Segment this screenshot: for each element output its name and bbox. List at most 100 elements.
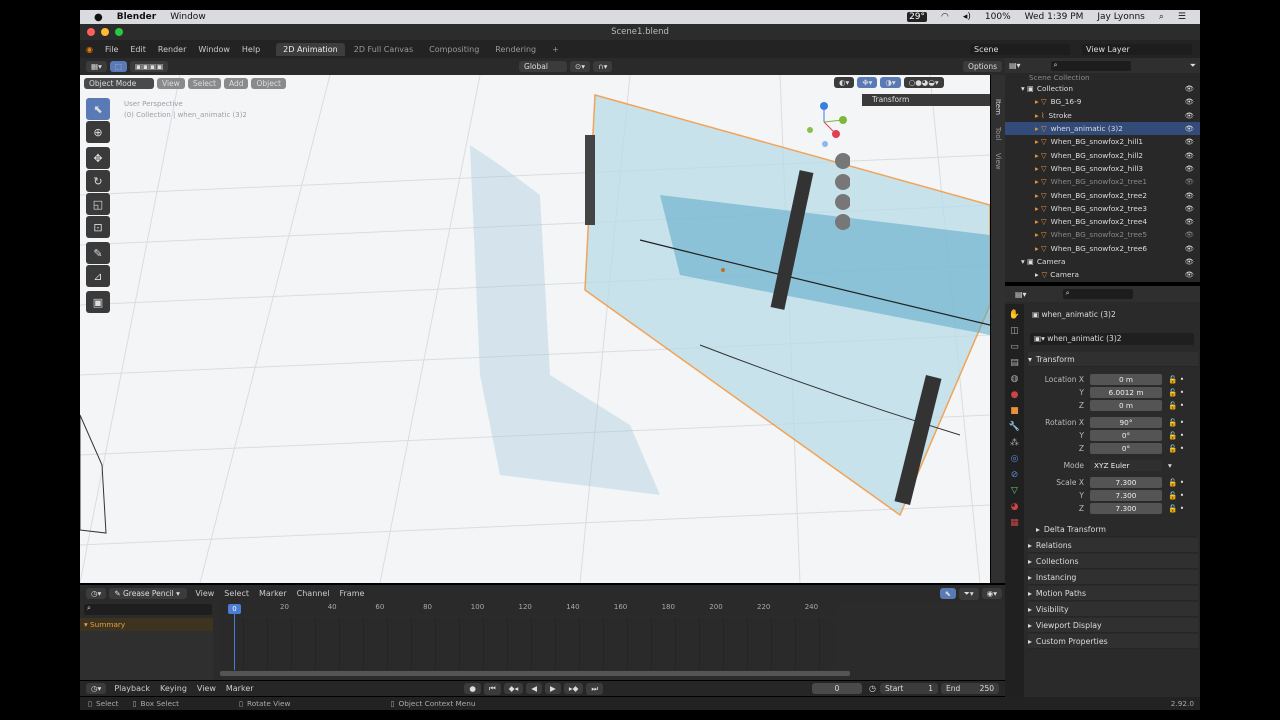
menu-render[interactable]: Render — [158, 45, 186, 54]
eye-icon[interactable]: 👁 — [1185, 151, 1194, 160]
keying-menu[interactable]: Keying — [160, 684, 187, 693]
object-name-field[interactable]: ▣▾ when_animatic (3)2 — [1030, 333, 1194, 345]
lock-icon[interactable]: 🔓 • — [1168, 431, 1184, 440]
lock-icon[interactable]: 🔓 • — [1168, 478, 1184, 487]
3d-viewport[interactable] — [80, 75, 990, 583]
eye-icon[interactable]: 👁 — [1185, 191, 1194, 200]
eye-icon[interactable]: 👁 — [1185, 257, 1194, 266]
timeline-marker-menu[interactable]: Marker — [226, 684, 254, 693]
npanel-tab-item[interactable]: Item — [994, 99, 1002, 115]
keyframe-area[interactable] — [220, 618, 835, 670]
world-tab-icon[interactable]: ● — [1011, 390, 1019, 400]
overlay-icon[interactable]: ◑▾ — [880, 77, 901, 88]
viewport-menu-select[interactable]: Select — [187, 78, 221, 89]
control-center-icon[interactable]: ☰ — [1178, 12, 1186, 22]
editor-type-button[interactable]: ▦▾ — [86, 61, 107, 72]
eye-icon[interactable]: 👁 — [1185, 124, 1194, 133]
play-reverse-icon[interactable]: ◀ — [526, 683, 543, 694]
mode-select[interactable]: Object Mode — [84, 78, 154, 89]
only-selected-icon[interactable]: ⬉ — [939, 588, 956, 599]
outliner-item[interactable]: ▸ ▽ When_BG_snowfox2_hill3 👁 — [1005, 162, 1200, 175]
battery-label[interactable]: 100% — [985, 12, 1011, 22]
snap-icon[interactable]: ∩▾ — [593, 61, 613, 72]
current-frame-field[interactable]: 0 — [812, 683, 863, 694]
npanel-tab-view[interactable]: View — [994, 153, 1002, 170]
menu-edit[interactable]: Edit — [130, 45, 146, 54]
menu-help[interactable]: Help — [242, 45, 260, 54]
select-tool-icon[interactable]: ⬚ — [109, 61, 127, 72]
outliner-item[interactable]: ▸ ⌇ Stroke 👁 — [1005, 109, 1200, 122]
eye-icon[interactable]: 👁 — [1185, 204, 1194, 213]
outliner-item[interactable]: ▸ ▽ When_BG_snowfox2_tree5 👁 — [1005, 228, 1200, 241]
texture-tab-icon[interactable]: ▦ — [1010, 518, 1019, 528]
rotation-z-field[interactable]: 0° — [1090, 442, 1162, 454]
dope-menu-select[interactable]: Select — [224, 589, 249, 598]
menu-file[interactable]: File — [105, 45, 118, 54]
eye-icon[interactable]: 👁 — [1185, 270, 1194, 279]
tab-compositing[interactable]: Compositing — [422, 43, 486, 56]
properties-search[interactable]: ⌕ — [1062, 289, 1133, 299]
blender-logo-icon[interactable]: ◉ — [86, 45, 93, 54]
eye-icon[interactable]: 👁 — [1185, 84, 1194, 93]
dope-menu-view[interactable]: View — [195, 589, 214, 598]
view-layer-tab-icon[interactable]: ▤ — [1010, 358, 1019, 368]
render-tab-icon[interactable]: ◫ — [1010, 326, 1019, 336]
camera-collection-row[interactable]: ▾ ▣ Camera 👁 — [1005, 255, 1200, 268]
view-layer-field[interactable]: View Layer — [1082, 43, 1192, 55]
clock[interactable]: Wed 1:39 PM — [1025, 12, 1084, 22]
outliner-item[interactable]: ▸ ▽ When_BG_snowfox2_tree1 👁 — [1005, 175, 1200, 188]
collection-row[interactable]: ▾ ▣ Collection 👁 — [1005, 82, 1200, 95]
relations-section[interactable]: ▸ Relations — [1028, 538, 1198, 553]
dope-search[interactable]: ⌕ — [84, 604, 212, 615]
timeline-view-menu[interactable]: View — [197, 684, 216, 693]
tab-2d-full-canvas[interactable]: 2D Full Canvas — [347, 43, 420, 56]
collections-section[interactable]: ▸ Collections — [1028, 554, 1198, 569]
record-icon[interactable]: ● — [464, 683, 481, 694]
scale-y-field[interactable]: 7.300 — [1090, 489, 1162, 501]
window-menu[interactable]: Window — [170, 12, 206, 22]
transform-tool-icon[interactable]: ⊡ — [86, 216, 110, 238]
location-x-field[interactable]: 0 m — [1090, 373, 1162, 385]
viewport-menu-object[interactable]: Object — [251, 78, 286, 89]
filter-icon[interactable]: ⏷ — [1190, 61, 1196, 71]
dope-menu-marker[interactable]: Marker — [259, 589, 287, 598]
transform-orientation-select[interactable]: Global — [519, 61, 568, 72]
eye-icon[interactable]: 👁 — [1185, 97, 1194, 106]
play-icon[interactable]: ▶ — [545, 683, 561, 694]
particles-tab-icon[interactable]: ⁂ — [1010, 438, 1019, 448]
options-menu[interactable]: Options — [963, 61, 1002, 72]
annotate-tool-icon[interactable]: ✎ — [86, 242, 110, 264]
shading-icons[interactable]: ○●◕◒▾ — [903, 77, 944, 88]
viewport-display-section[interactable]: ▸ Viewport Display — [1028, 618, 1198, 633]
volume-icon[interactable]: ◂) — [963, 12, 971, 22]
scene-field[interactable]: Scene — [970, 43, 1070, 55]
temp-widget[interactable]: 29° — [907, 12, 928, 22]
minimize-window-button[interactable] — [101, 28, 109, 36]
lock-icon[interactable]: 🔓 • — [1168, 418, 1184, 427]
dope-scrollbar[interactable] — [220, 671, 850, 676]
dope-menu-frame[interactable]: Frame — [339, 589, 364, 598]
npanel-tab-tool[interactable]: Tool — [994, 127, 1002, 141]
cursor-tool-icon[interactable]: ⊕ — [86, 121, 110, 143]
eye-icon[interactable]: 👁 — [1185, 230, 1194, 239]
viewport-menu-add[interactable]: Add — [223, 78, 249, 89]
tool-tab-icon[interactable]: ✋ — [1009, 310, 1020, 320]
menu-window[interactable]: Window — [198, 45, 230, 54]
object-tab-icon[interactable]: ■ — [1010, 406, 1019, 416]
npanel-transform-header[interactable]: Transform — [862, 94, 990, 106]
select-mode-icons[interactable]: ▣▣▣▣ — [129, 61, 169, 72]
playhead[interactable] — [234, 606, 235, 670]
start-frame-field[interactable]: Start 1 — [880, 683, 938, 694]
timeline-type-icon[interactable]: ◷▾ — [86, 683, 107, 694]
spotlight-icon[interactable]: ⌕ — [1159, 12, 1164, 22]
current-frame-indicator[interactable]: 0 — [228, 604, 241, 614]
lock-icon[interactable]: 🔓 • — [1168, 401, 1184, 410]
tab-rendering[interactable]: Rendering — [488, 43, 543, 56]
rotation-mode-select[interactable]: XYZ Euler — [1090, 459, 1162, 471]
rotation-x-field[interactable]: 90° — [1090, 416, 1162, 428]
app-menu[interactable]: Blender — [117, 12, 156, 22]
outliner-item[interactable]: ▸ ▽ BG_16-9 👁 — [1005, 95, 1200, 108]
custom-properties-section[interactable]: ▸ Custom Properties — [1028, 634, 1198, 649]
end-frame-field[interactable]: End 250 — [941, 683, 999, 694]
lock-icon[interactable]: 🔓 • — [1168, 388, 1184, 397]
